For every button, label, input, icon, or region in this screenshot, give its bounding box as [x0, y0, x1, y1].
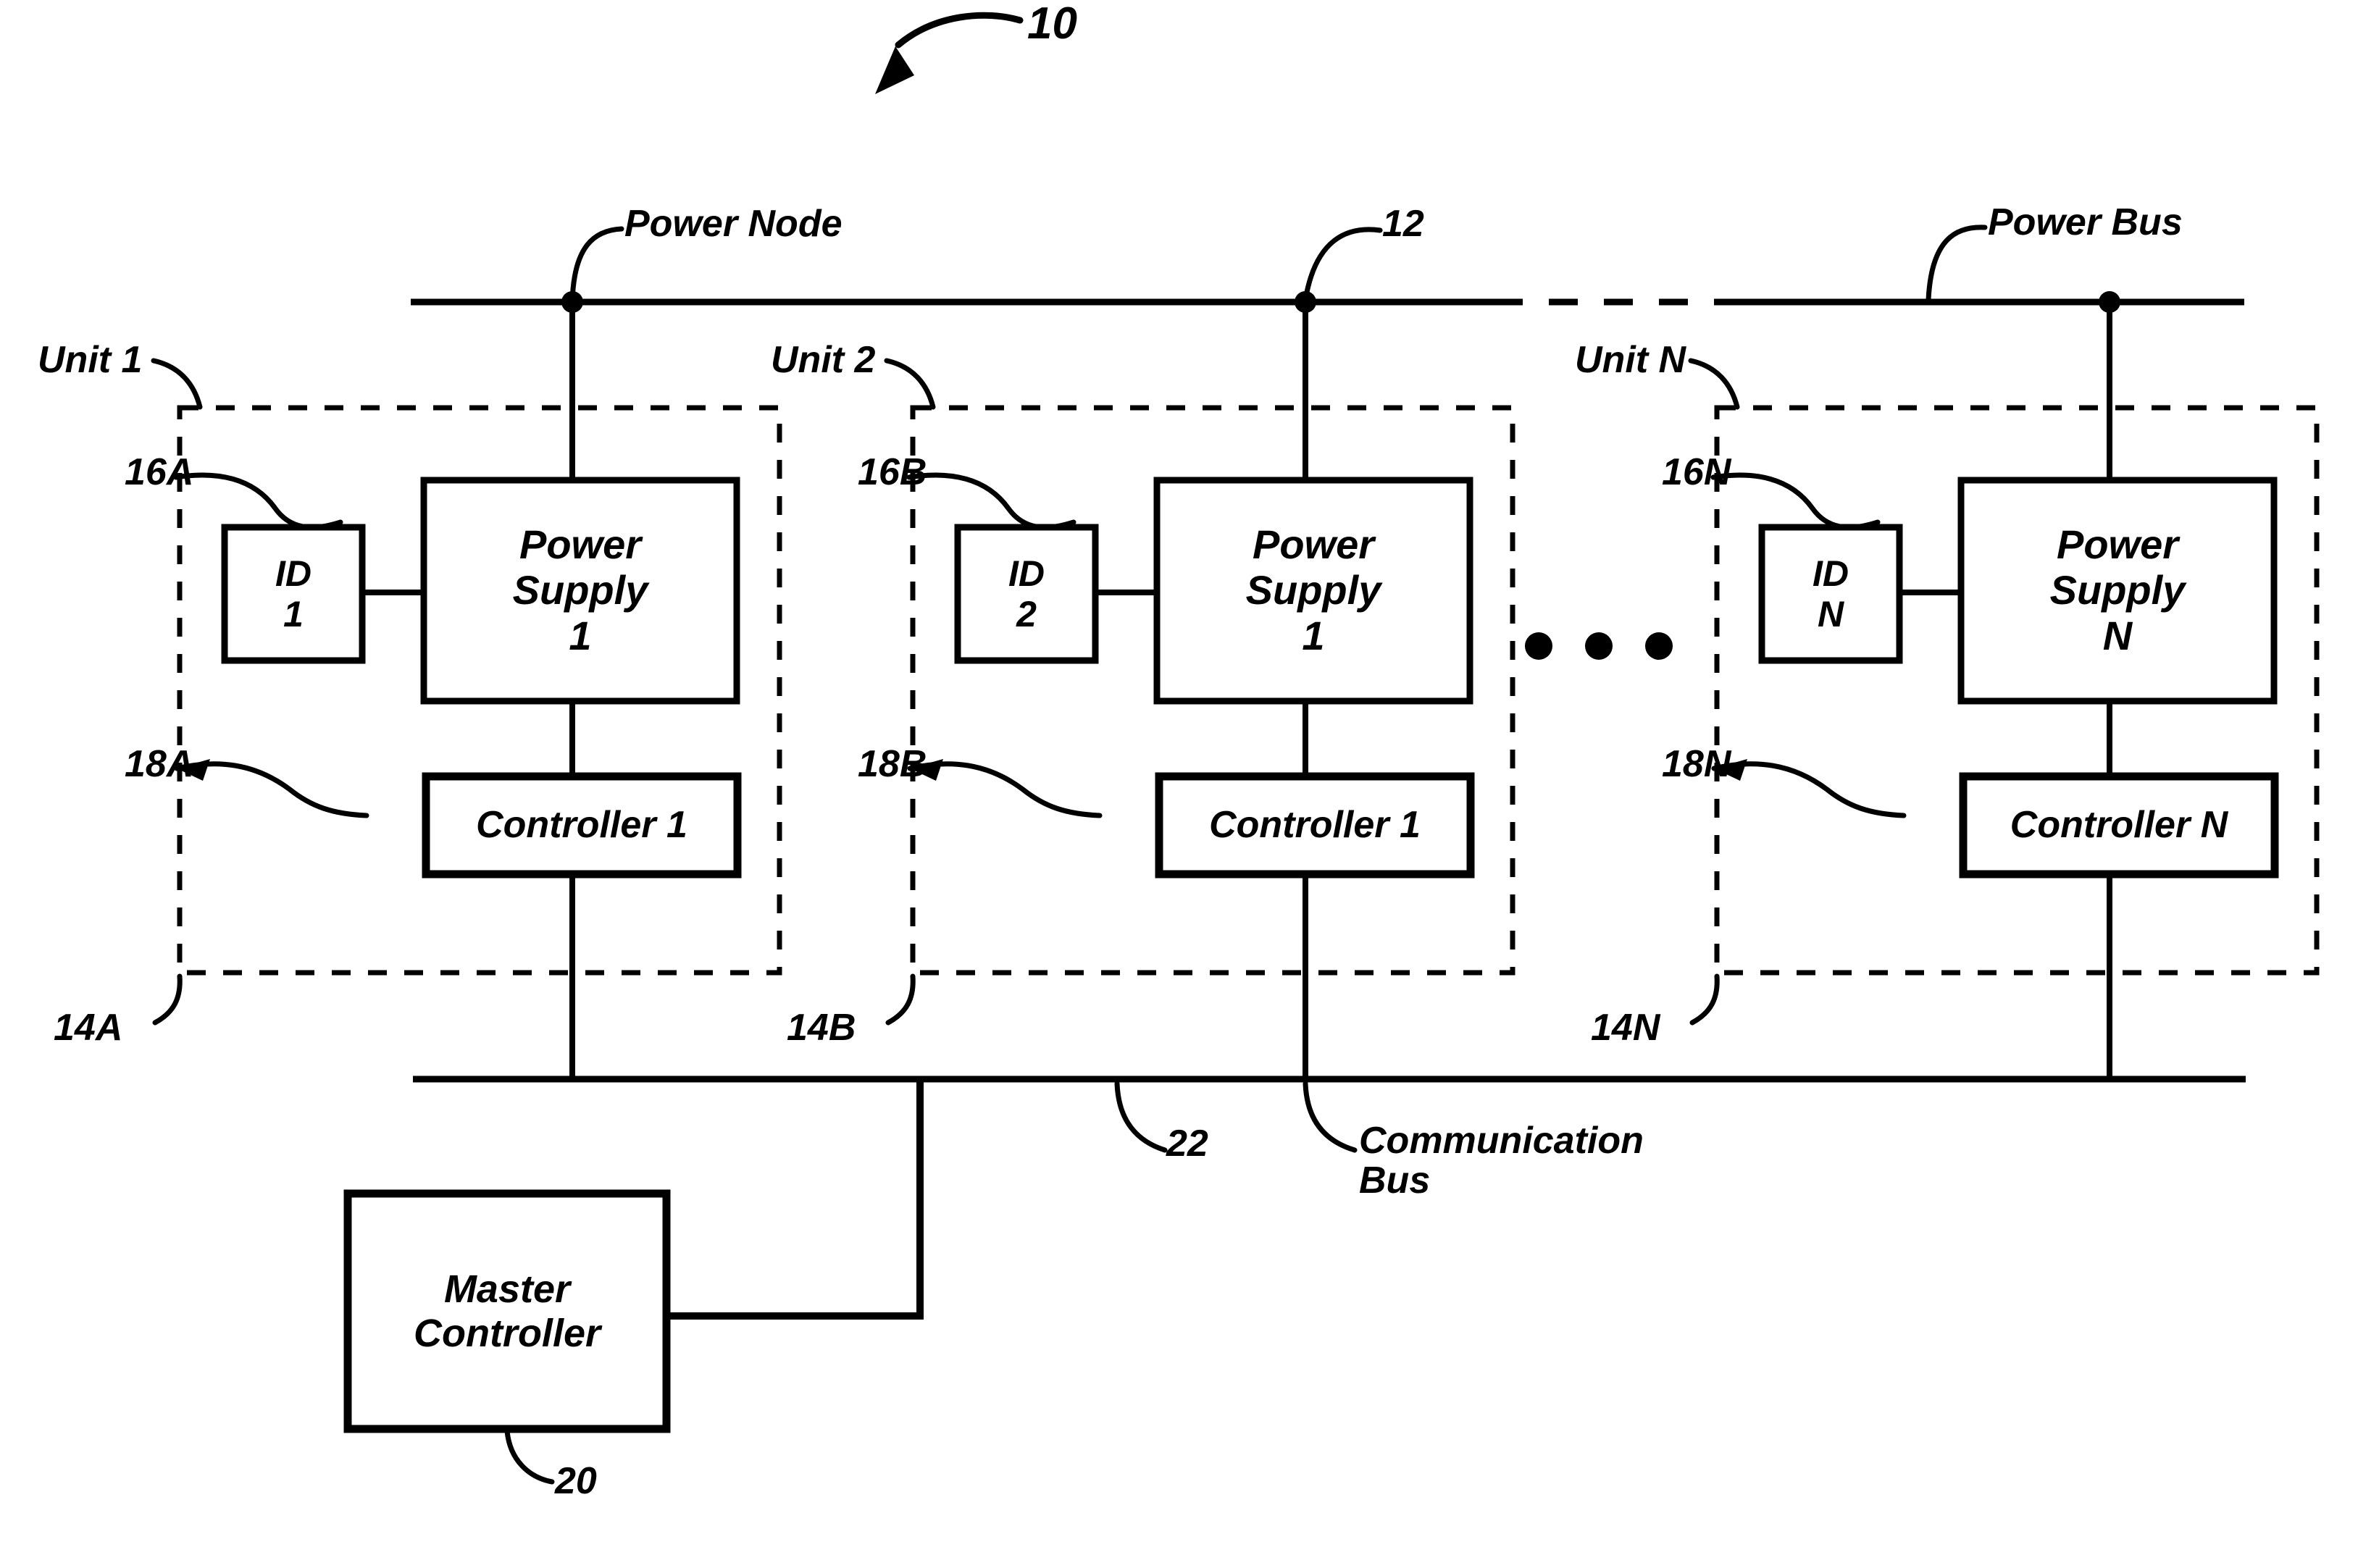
controller-text-unit-n: Controller N [2010, 804, 2228, 847]
figure-number: 10 [1027, 0, 1077, 49]
controller-ref-18b: 18B [858, 743, 927, 785]
id-value-unit-1: 1 [283, 594, 304, 634]
power-supply-ref-16b: 16B [858, 451, 927, 493]
power-supply-ref-16n: 16N [1662, 451, 1731, 493]
controller-ref-18n: 18N [1662, 743, 1731, 785]
leader-unit-2 [884, 358, 936, 410]
leader-comm-bus [1303, 1081, 1358, 1153]
power-supply-text-unit-2: Power Supply 1 [1157, 480, 1470, 701]
id-box-text-unit-n: ID N [1762, 527, 1899, 661]
arrow-head-fig-10 [875, 46, 914, 94]
power-bus-label: Power Bus [1988, 201, 2183, 243]
power-node-label: Power Node [624, 203, 843, 245]
master-controller-connector [666, 1082, 924, 1320]
leader-16a [173, 472, 343, 530]
ellipsis-dots [1525, 632, 1673, 660]
id-label-unit-2: ID [1008, 553, 1045, 594]
unit-n-label: Unit N [1575, 339, 1686, 381]
ps-line1-unit-1: Power [519, 521, 642, 568]
unit-ref-14n: 14N [1591, 1007, 1660, 1049]
leader-14a [152, 973, 183, 1026]
comm-bus-ref-22: 22 [1166, 1123, 1208, 1165]
leader-16n [1710, 472, 1881, 530]
power-supply-ref-16a: 16A [125, 451, 194, 493]
id-label-unit-1: ID [275, 553, 312, 594]
master-controller-line-2: Controller [413, 1311, 601, 1355]
leader-14n [1689, 973, 1720, 1026]
ps-line2-unit-1: Supply [512, 567, 648, 613]
id-box-text-unit-1: ID 1 [225, 527, 362, 661]
master-controller-line-1: Master [443, 1267, 571, 1312]
unit-1-label: Unit 1 [38, 339, 143, 381]
id-value-unit-2: 2 [1016, 594, 1037, 634]
ps-line1-unit-n: Power [2056, 521, 2179, 568]
id-box-text-unit-2: ID 2 [958, 527, 1095, 661]
leader-unit-1 [151, 358, 203, 410]
leader-14b [885, 973, 916, 1026]
ps-line3-unit-2: 1 [1302, 612, 1325, 658]
id-label-unit-n: ID [1813, 553, 1849, 594]
ellipsis-dot-1 [1525, 632, 1552, 660]
communication-bus-label: Communication Bus [1359, 1121, 1644, 1200]
leader-20 [504, 1428, 555, 1485]
leader-power-node [569, 226, 624, 305]
leader-unit-n [1688, 358, 1740, 410]
master-controller-text: Master Controller [348, 1194, 666, 1429]
ps-line3-unit-1: 1 [569, 612, 592, 658]
controller-text-unit-1: Controller 1 [476, 804, 687, 847]
ps-line3-unit-n: N [2102, 612, 2133, 658]
comm-bus-line-1: Communication [1359, 1120, 1644, 1162]
power-bus-ref-12: 12 [1382, 203, 1424, 245]
leader-fig-10 [895, 12, 1024, 49]
patent-figure-canvas: 10 Power Node 12 Power Bus Unit 1 Unit 2… [0, 0, 2358, 1568]
master-controller-ref-20: 20 [555, 1460, 597, 1502]
unit-vertical-power-lines [569, 302, 2112, 480]
unit-ref-14a: 14A [54, 1007, 123, 1049]
ps-line2-unit-2: Supply [1245, 567, 1381, 613]
ps-controller-links [569, 701, 2112, 776]
leader-power-bus [1926, 225, 1988, 303]
leader-16b [906, 472, 1076, 530]
id-value-unit-n: N [1817, 594, 1844, 634]
leader-22 [1114, 1081, 1168, 1153]
ps-line1-unit-2: Power [1252, 521, 1375, 568]
ellipsis-dot-2 [1585, 632, 1613, 660]
power-supply-text-unit-1: Power Supply 1 [424, 480, 737, 701]
unit-ref-14b: 14B [787, 1007, 856, 1049]
comm-bus-line-2: Bus [1359, 1159, 1431, 1202]
ps-line2-unit-n: Supply [2049, 567, 2186, 613]
ellipsis-dot-3 [1645, 632, 1673, 660]
unit-2-label: Unit 2 [771, 339, 876, 381]
controller-ref-18a: 18A [125, 743, 194, 785]
leader-12 [1303, 227, 1383, 303]
power-supply-text-unit-n: Power Supply N [1961, 480, 2274, 701]
controller-text-unit-2: Controller 1 [1209, 804, 1421, 847]
